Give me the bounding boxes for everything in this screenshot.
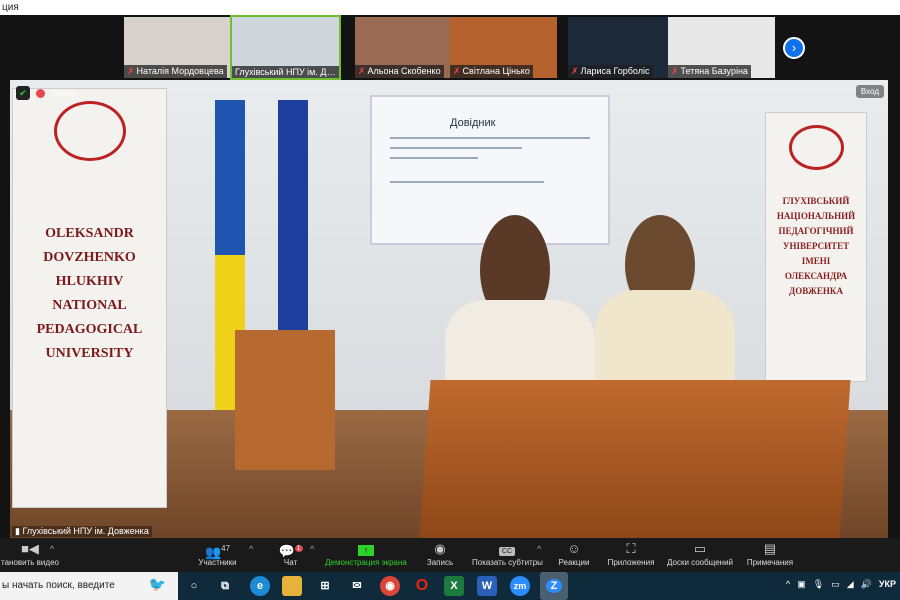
whiteboard-icon: ▭	[693, 541, 707, 556]
left-banner-text: OLEKSANDR DOVZHENKO HLUKHIV NATIONAL PED…	[36, 226, 143, 361]
taskbar-search-input[interactable]: ы начать поиск, введите 🐦	[0, 572, 178, 600]
word-icon[interactable]: W	[477, 576, 497, 596]
captions-button[interactable]: CC Показать субтитры	[472, 540, 543, 567]
crane-icon: 🐦	[148, 576, 166, 592]
language-indicator[interactable]: УКР	[879, 579, 896, 590]
record-icon: ◉	[434, 541, 446, 556]
desk	[419, 380, 851, 538]
participant-tile[interactable]: ✗ Альона Скобенко	[355, 17, 462, 78]
chrome-icon[interactable]: ◉	[380, 576, 400, 596]
participants-button[interactable]: 👥47 Участники	[195, 540, 240, 567]
windows-taskbar: ы начать поиск, введите 🐦 ○ ⧉ e ⊞ ✉ ◉ O X…	[0, 572, 900, 600]
main-video: OLEKSANDR DOVZHENKO HLUKHIV NATIONAL PED…	[10, 80, 888, 538]
opera-icon[interactable]: O	[412, 576, 432, 596]
participant-tile[interactable]: ✗ Лариса Горболіс	[568, 17, 675, 78]
tray-expand-icon[interactable]: ^	[786, 579, 790, 590]
chat-icon: 💬 1	[278, 543, 303, 559]
participant-name: ✗ Лариса Горболіс	[568, 65, 653, 78]
next-page-button[interactable]: ›	[783, 37, 805, 59]
notes-icon: ▤	[763, 541, 777, 556]
store-icon[interactable]: ⊞	[315, 576, 335, 596]
participant-name: ✗ Наталія Мордовцева	[124, 65, 227, 78]
muted-mic-icon: ✗	[671, 66, 679, 76]
participants-options-caret[interactable]: ^	[249, 544, 253, 554]
participants-icon: 👥47	[204, 544, 231, 560]
wifi-icon[interactable]: ◢	[847, 579, 854, 590]
cortana-icon[interactable]: ○	[184, 576, 204, 596]
volume-icon[interactable]: 🔊	[861, 579, 872, 590]
captions-icon: CC	[498, 547, 516, 556]
zoom-active-icon[interactable]: Z	[540, 572, 568, 600]
participant-tile[interactable]: ✗ Світлана Цінько	[450, 17, 557, 78]
system-tray: ^ ▣ 🎙 ▭ ◢ 🔊 УКР	[786, 579, 896, 590]
apps-icon: ⛶	[626, 541, 636, 556]
mail-icon[interactable]: ✉	[347, 576, 367, 596]
right-banner: ГЛУХІВСЬКИЙ НАЦІОНАЛЬНИЙ ПЕДАГОГІЧНИЙ УН…	[765, 112, 867, 382]
zoom-meetings-icon[interactable]: zm	[510, 576, 530, 596]
notes-button[interactable]: ▤ Примечания	[745, 540, 795, 567]
reactions-button[interactable]: ☺ Реакции	[558, 540, 590, 567]
right-banner-text: ГЛУХІВСЬКИЙ НАЦІОНАЛЬНИЙ ПЕДАГОГІЧНИЙ УН…	[776, 196, 856, 296]
participant-name: ✗ Тетяна Базуріна	[668, 65, 751, 78]
meeting-stage: ✗ Наталія Мордовцева Глухівський НПУ ім. Д…	[0, 15, 900, 538]
reactions-icon: ☺	[567, 541, 581, 556]
participant-tile[interactable]: ✗ Наталія Мордовцева	[124, 17, 231, 78]
record-dot-icon	[36, 88, 45, 98]
muted-mic-icon: ✗	[127, 66, 135, 76]
file-explorer-icon[interactable]	[282, 576, 302, 596]
task-view-icon[interactable]: ⧉	[215, 576, 235, 596]
microphone-icon[interactable]: 🎙	[813, 579, 824, 590]
participant-name: ✗ Світлана Цінько	[450, 65, 533, 78]
slide-title: Довідник	[450, 117, 496, 129]
edge-icon[interactable]: e	[250, 576, 270, 596]
participant-tile[interactable]: Глухівський НПУ ім. Дов...	[230, 15, 341, 80]
muted-mic-icon: ✗	[453, 66, 461, 76]
share-screen-icon: ↑	[358, 545, 374, 556]
chat-options-caret[interactable]: ^	[310, 544, 314, 554]
recording-label: Запись	[51, 88, 78, 98]
meeting-toolbar: ■◀ тановить видео ^ 👥47 Участники ^ 💬 1 Чат …	[0, 538, 900, 572]
muted-mic-icon: ✗	[358, 66, 366, 76]
shield-icon: ✔	[16, 86, 30, 100]
battery-icon[interactable]: ▭	[831, 579, 840, 590]
video-options-caret[interactable]: ^	[50, 544, 54, 554]
meet-now-icon[interactable]: ▣	[797, 579, 806, 590]
share-screen-button[interactable]: ↑ Демонстрация экрана	[325, 540, 407, 567]
captions-options-caret[interactable]: ^	[537, 544, 541, 554]
lectern	[235, 330, 335, 470]
window-title: ция	[0, 0, 900, 15]
record-button[interactable]: ◉ Запись	[425, 540, 455, 567]
whiteboards-button[interactable]: ▭ Доски сообщений	[665, 540, 735, 567]
speaker-name: ▮ Глухівський НПУ ім. Довженка	[12, 526, 152, 537]
exit-button[interactable]: Вход	[855, 85, 884, 98]
projector-screen: Довідник	[370, 95, 610, 245]
left-banner: OLEKSANDR DOVZHENKO HLUKHIV NATIONAL PED…	[12, 88, 167, 508]
chat-button[interactable]: 💬 1 Чат	[278, 540, 303, 567]
participant-name: ✗ Альона Скобенко	[355, 65, 444, 78]
excel-icon[interactable]: X	[444, 576, 464, 596]
recording-indicator: ✔ Запись	[16, 86, 77, 100]
participant-tile[interactable]: ✗ Тетяна Базуріна	[668, 17, 775, 78]
apps-button[interactable]: ⛶ Приложения	[606, 540, 656, 567]
chat-badge: 1	[294, 545, 303, 552]
participant-name: Глухівський НПУ ім. Дов...	[232, 66, 339, 78]
muted-mic-icon: ✗	[571, 66, 579, 76]
